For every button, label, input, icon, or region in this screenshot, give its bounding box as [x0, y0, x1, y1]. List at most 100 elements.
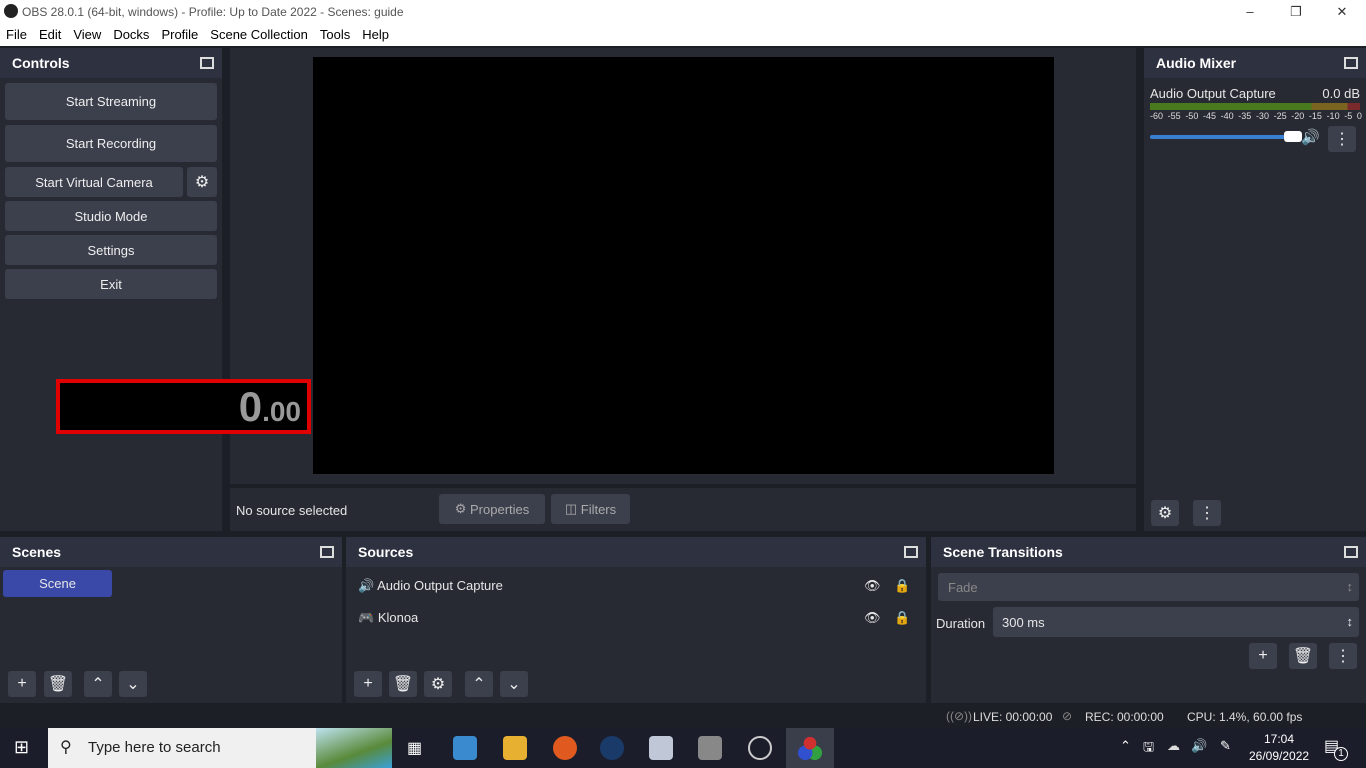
sources-dock: Sources 🔊 Audio Output Capture 👁 🔒 🎮 Klo… [346, 537, 926, 703]
transition-menu-icon[interactable]: ⋮ [1329, 643, 1357, 669]
controls-dock: Controls Start Streaming Start Recording… [0, 48, 222, 531]
timer-fraction: .00 [262, 396, 301, 427]
preview-canvas[interactable] [313, 57, 1054, 474]
add-scene-plus-icon[interactable]: + [8, 671, 36, 697]
timer-display: 0.00 [56, 379, 311, 434]
status-bar: ((⊘)) LIVE: 00:00:00 ⊘ REC: 00:00:00 CPU… [0, 705, 1366, 728]
meter-ticks: -60 -55 -50 -45 -40 -35 -30 -25 -20 -15 -10 -5 0 [1150, 111, 1362, 123]
visibility-eye-icon[interactable]: 👁 [864, 578, 881, 594]
lock-icon[interactable]: 🔒 [894, 578, 910, 594]
start-virtual-camera-button[interactable]: Start Virtual Camera [5, 167, 183, 197]
source-properties-gear-icon[interactable]: ⚙ [424, 671, 452, 697]
gear-icon: ⚙ [454, 501, 471, 516]
controls-title: Controls [12, 55, 70, 71]
mixer-menu-icon[interactable]: ⋮ [1193, 500, 1221, 526]
speaker-icon[interactable]: 🔊 [1301, 128, 1320, 146]
media-player-icon[interactable] [453, 736, 477, 760]
transition-select[interactable]: Fade ↕ [938, 573, 1359, 601]
volume-meter [1150, 103, 1360, 110]
no-source-label: No source selected [236, 503, 348, 518]
cpu-fps: CPU: 1.4%, 60.00 fps [1187, 710, 1303, 724]
remove-transition-trash-icon[interactable]: 🗑 [1289, 643, 1317, 669]
minimize-button[interactable]: – [1227, 0, 1273, 23]
pen-icon[interactable]: ✎ [1220, 738, 1231, 754]
advanced-audio-gear-icon[interactable]: ⚙ [1151, 500, 1179, 526]
scenes-title: Scenes [12, 544, 62, 560]
obs-taskbar-icon[interactable] [748, 736, 772, 760]
lock-icon[interactable]: 🔒 [894, 610, 910, 626]
network-icon[interactable]: 🖫 [1143, 738, 1154, 760]
volume-icon[interactable]: 🔊 [1191, 738, 1207, 754]
more-options-icon[interactable]: ⋮ [1328, 126, 1356, 152]
menu-view[interactable]: View [67, 27, 107, 42]
file-explorer-icon[interactable] [503, 736, 527, 760]
move-down-chevron-icon[interactable]: ⌄ [119, 671, 147, 697]
studio-mode-button[interactable]: Studio Mode [5, 201, 217, 231]
live-time: LIVE: 00:00:00 [973, 710, 1053, 724]
source-name: Audio Output Capture [377, 578, 503, 593]
spin-arrows-icon[interactable]: ↕ [1347, 614, 1354, 629]
maximize-button[interactable]: ❐ [1273, 0, 1319, 23]
menu-tools[interactable]: Tools [314, 27, 356, 42]
duration-spinbox[interactable]: 300 ms ↕ [993, 607, 1359, 637]
task-view-icon[interactable]: ▦ [407, 738, 422, 758]
updown-chevron-icon: ↕ [1346, 579, 1354, 594]
audio-mixer-title: Audio Mixer [1156, 55, 1237, 71]
move-up-chevron-icon[interactable]: ⌃ [465, 671, 493, 697]
volume-slider[interactable] [1150, 131, 1302, 142]
float-dock-icon[interactable] [1344, 57, 1358, 69]
float-dock-icon[interactable] [320, 546, 334, 558]
notepad-icon[interactable] [698, 736, 722, 760]
title-bar: OBS 28.0.1 (64-bit, windows) - Profile: … [0, 0, 1366, 23]
steam-icon[interactable] [600, 736, 624, 760]
close-button[interactable]: ✕ [1319, 0, 1365, 23]
remove-scene-trash-icon[interactable]: 🗑 [44, 671, 72, 697]
meter-tick: -10 [1326, 111, 1340, 121]
filters-button[interactable]: ◫ Filters [551, 494, 630, 524]
menu-scene-collection[interactable]: Scene Collection [204, 27, 314, 42]
clock-time[interactable]: 17:04 [1264, 732, 1294, 746]
float-dock-icon[interactable] [200, 57, 214, 69]
show-hidden-icons-chevron-icon[interactable]: ⌃ [1120, 738, 1131, 754]
filters-label: Filters [580, 501, 617, 517]
paint-icon[interactable] [649, 736, 673, 760]
active-app-taskbar-button[interactable] [786, 728, 834, 768]
add-source-plus-icon[interactable]: + [354, 671, 382, 697]
source-item[interactable]: 🔊 Audio Output Capture 👁 🔒 [358, 578, 918, 598]
remove-source-trash-icon[interactable]: 🗑 [389, 671, 417, 697]
float-dock-icon[interactable] [1344, 546, 1358, 558]
move-up-chevron-icon[interactable]: ⌃ [84, 671, 112, 697]
preview-area[interactable] [230, 48, 1136, 484]
visibility-eye-icon[interactable]: 👁 [864, 610, 881, 626]
clock-date[interactable]: 26/09/2022 [1249, 749, 1309, 763]
menu-file[interactable]: File [0, 27, 33, 42]
channel-level: 0.0 dB [1322, 86, 1360, 101]
exit-button[interactable]: Exit [5, 269, 217, 299]
search-highlight-image [316, 728, 392, 768]
meter-tick: -15 [1308, 111, 1322, 121]
meter-tick: -20 [1291, 111, 1305, 121]
float-dock-icon[interactable] [904, 546, 918, 558]
streaming-off-icon: ((⊘)) [946, 709, 973, 723]
scenes-dock: Scenes Scene + 🗑 ⌃ ⌄ [0, 537, 342, 703]
duration-label: Duration [936, 616, 986, 631]
taskbar-search-input[interactable]: ⚲ Type here to search [48, 728, 392, 768]
menu-profile[interactable]: Profile [155, 27, 204, 42]
properties-button[interactable]: ⚙ Properties [439, 494, 545, 524]
menu-help[interactable]: Help [356, 27, 395, 42]
firefox-icon[interactable] [553, 736, 577, 760]
start-streaming-button[interactable]: Start Streaming [5, 83, 217, 120]
virtual-camera-settings-gear-icon[interactable]: ⚙ [187, 167, 217, 197]
start-recording-button[interactable]: Start Recording [5, 125, 217, 162]
gamepad-icon: 🎮 [358, 610, 375, 625]
move-down-chevron-icon[interactable]: ⌄ [500, 671, 528, 697]
volume-slider-handle[interactable] [1284, 131, 1302, 142]
add-transition-plus-icon[interactable]: + [1249, 643, 1277, 669]
scene-item[interactable]: Scene [3, 570, 112, 597]
menu-edit[interactable]: Edit [33, 27, 67, 42]
source-item[interactable]: 🎮 Klonoa 👁 🔒 [358, 610, 918, 630]
settings-button[interactable]: Settings [5, 235, 217, 265]
onedrive-cloud-icon[interactable]: ☁ [1167, 738, 1180, 754]
windows-start-icon[interactable]: ⊞ [14, 737, 29, 758]
menu-docks[interactable]: Docks [107, 27, 155, 42]
